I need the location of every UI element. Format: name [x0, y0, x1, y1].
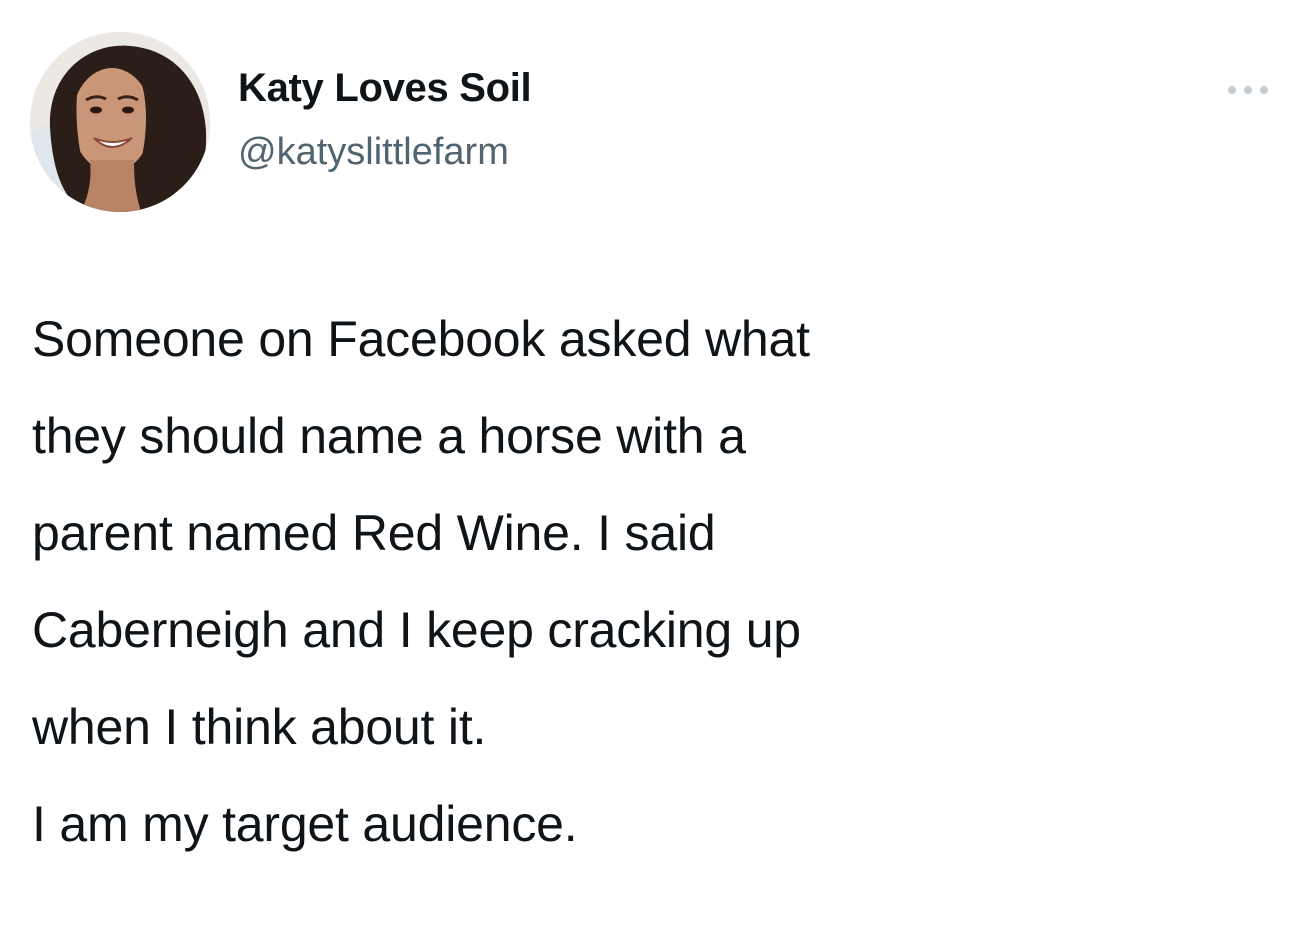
tweet-card: Katy Loves Soil @katyslittlefarm Someone…	[0, 0, 1300, 927]
profile-avatar[interactable]	[30, 32, 210, 212]
tweet-text-line: Someone on Facebook asked what	[32, 311, 810, 367]
tweet-text-line: when I think about it.	[32, 699, 487, 755]
author-display-name[interactable]: Katy Loves Soil	[238, 66, 532, 111]
more-horizontal-icon	[1228, 86, 1268, 94]
tweet-text-line: I am my target audience.	[32, 796, 578, 852]
avatar-photo	[30, 32, 210, 212]
tweet-text: Someone on Facebook asked what they shou…	[32, 291, 1262, 873]
tweet-text-line: they should name a horse with a	[32, 408, 746, 464]
author-handle[interactable]: @katyslittlefarm	[238, 131, 509, 174]
more-options-button[interactable]	[1218, 72, 1278, 108]
tweet-text-line: parent named Red Wine. I said	[32, 505, 716, 561]
tweet-text-line: Caberneigh and I keep cracking up	[32, 602, 801, 658]
